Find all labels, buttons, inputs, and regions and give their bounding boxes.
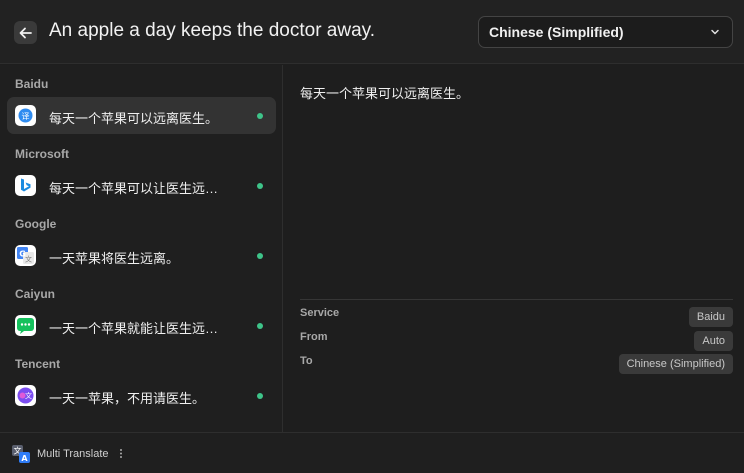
service-item-microsoft[interactable]: 每天一个苹果可以让医生远离我。 [7, 167, 276, 204]
service-group-label: Caiyun [15, 287, 56, 301]
more-options-icon[interactable] [119, 448, 123, 462]
from-chip: Auto [694, 331, 733, 351]
footer-label: Multi Translate [37, 448, 109, 460]
status-dot [257, 113, 263, 119]
result-panel: 每天一个苹果可以远离医生。 Service Baidu From Auto To… [284, 65, 744, 432]
target-language-value: Chinese (Simplified) [489, 24, 624, 40]
service-label: Service [300, 307, 340, 319]
to-chip: Chinese (Simplified) [618, 354, 733, 374]
status-dot [257, 183, 263, 189]
caiyun-icon [15, 315, 36, 336]
service-item-google[interactable]: G 文 一天苹果将医生远离。 [7, 237, 276, 274]
to-label: To [300, 355, 313, 367]
from-label: From [300, 331, 328, 343]
service-item-baidu[interactable]: 译 每天一个苹果可以远离医生。 [7, 97, 276, 134]
status-dot [257, 323, 263, 329]
back-button[interactable] [14, 21, 37, 44]
google-translate-icon: G 文 [15, 245, 36, 266]
service-translation: 每天一个苹果可以远离医生。 [49, 111, 219, 126]
service-item-tencent[interactable]: 文 一天一苹果，不用请医生。 [7, 377, 276, 414]
result-text: 每天一个苹果可以远离医生。 [300, 86, 470, 101]
service-translation: 一天苹果将医生远离。 [49, 251, 180, 266]
baidu-icon: 译 [15, 105, 36, 126]
arrow-left-icon [19, 27, 32, 38]
multi-translate-icon: 文 A [12, 445, 30, 463]
service-group-label: Google [15, 217, 57, 231]
top-bar: An apple a day keeps the doctor away. Ch… [0, 0, 744, 64]
divider [300, 299, 733, 300]
bing-icon [15, 175, 36, 196]
svg-text:文: 文 [25, 255, 32, 264]
service-group-label: Baidu [15, 77, 49, 91]
status-dot [257, 393, 263, 399]
service-translation: 一天一个苹果就能让医生远离你。 [49, 321, 229, 336]
chevron-down-icon [711, 29, 719, 35]
service-chip: Baidu [688, 307, 733, 327]
service-group-label: Tencent [15, 357, 61, 371]
status-dot [257, 253, 263, 259]
svg-text:文: 文 [25, 391, 32, 400]
tencent-icon: 文 [15, 385, 36, 406]
svg-text:译: 译 [22, 112, 30, 121]
query-text: An apple a day keeps the doctor away. [49, 20, 376, 41]
service-group-label: Microsoft [15, 147, 69, 161]
footer-bar: 文 A Multi Translate [0, 432, 744, 473]
service-translation: 一天一苹果，不用请医生。 [49, 391, 206, 406]
service-item-caiyun[interactable]: 一天一个苹果就能让医生远离你。 [7, 307, 276, 344]
service-translation: 每天一个苹果可以让医生远离我。 [49, 181, 229, 196]
services-sidebar: Baidu 译 每天一个苹果可以远离医生。 Microsoft 每天一个苹果可以… [0, 65, 283, 432]
target-language-select[interactable]: Chinese (Simplified) [478, 16, 733, 48]
svg-text:A: A [21, 454, 28, 463]
